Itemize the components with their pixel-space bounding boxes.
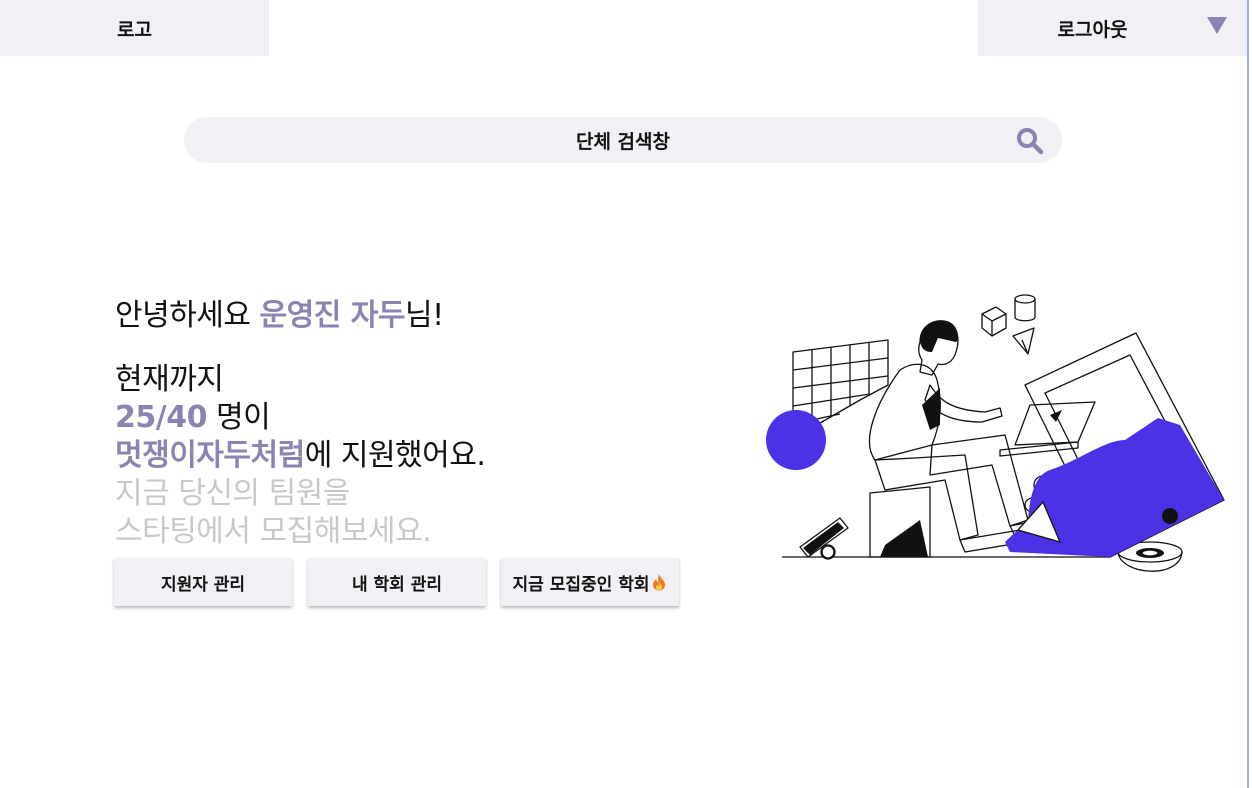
person-with-laptop-illustration xyxy=(766,294,1225,572)
logo-label: 로고 xyxy=(117,18,152,41)
stats-line-1: 현재까지 xyxy=(115,362,224,397)
greeting-prefix: 안녕하세요 xyxy=(115,298,260,333)
manage-my-club-button[interactable]: 내 학회 관리 xyxy=(308,558,486,606)
logout-label: 로그아웃 xyxy=(1057,18,1128,41)
search-icon[interactable] xyxy=(1016,127,1044,155)
stats-line-2: 25/40 명이 xyxy=(115,399,485,437)
fire-emoji xyxy=(653,574,666,591)
stats-line-3: 멋쟁이자두처럼에 지원했어요. xyxy=(115,437,486,475)
application-stats: 현재까지 25/40 명이 멋쟁이자두처럼에 지원했어요. 지금 당신의 팀원을… xyxy=(115,361,486,551)
manage-applicants-button[interactable]: 지원자 관리 xyxy=(114,558,292,606)
manage-applicants-label: 지원자 관리 xyxy=(160,574,246,595)
manage-my-club-label: 내 학회 관리 xyxy=(351,574,443,595)
user-name: 운영진 자두 xyxy=(259,298,406,333)
logout-button[interactable]: 로그아웃 xyxy=(978,0,1247,56)
club-suffix: 에 지원했어요. xyxy=(304,438,486,473)
count-suffix: 명이 xyxy=(206,400,271,435)
cta-line-1: 지금 당신의 팀원을 xyxy=(115,476,350,511)
cta-line-2: 스타팅에서 모집해보세요. xyxy=(115,514,432,549)
recruiting-clubs-label: 지금 모집중인 학회 xyxy=(512,574,650,595)
greeting-text: 안녕하세요 운영진 자두님! xyxy=(115,290,444,334)
recruiting-clubs-button[interactable]: 지금 모집중인 학회 xyxy=(501,558,679,606)
greeting-suffix: 님! xyxy=(405,298,444,333)
logo[interactable]: 로고 xyxy=(0,0,269,56)
caret-down-icon[interactable] xyxy=(1207,17,1227,34)
club-name: 멋쟁이자두처럼 xyxy=(115,438,305,473)
applicant-count: 25/40 xyxy=(115,400,207,435)
window-edge xyxy=(1247,0,1249,788)
club-search-bar[interactable]: 단체 검색창 xyxy=(184,117,1062,163)
search-placeholder: 단체 검색창 xyxy=(575,130,670,153)
